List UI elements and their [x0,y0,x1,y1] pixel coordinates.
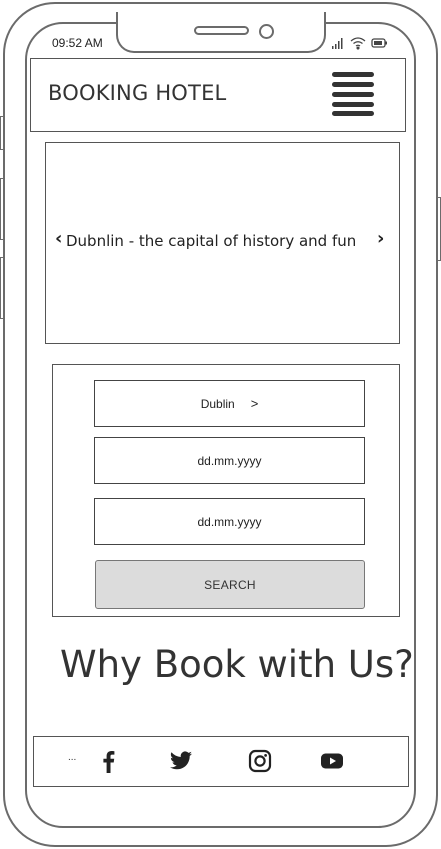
carousel-caption: Dubnlin - the capital of history and fun [66,232,357,250]
battery-icon [371,38,387,48]
chevron-right-icon: > [250,396,259,411]
instagram-icon[interactable] [248,749,272,773]
front-camera [259,24,274,39]
checkout-date-field[interactable]: dd.mm.yyyy [94,498,365,545]
site-footer [33,736,409,787]
hamburger-menu-icon[interactable] [332,72,374,116]
twitter-icon[interactable] [168,749,192,773]
silent-switch [0,116,4,150]
carousel-prev-icon[interactable]: ‹ [55,228,62,249]
volume-up-button [0,178,4,240]
signal-icon [332,38,343,49]
power-button [437,197,441,261]
speaker [194,26,249,35]
youtube-icon[interactable] [320,749,344,773]
search-button[interactable]: SEARCH [95,560,365,609]
checkout-placeholder: dd.mm.yyyy [197,514,262,529]
status-time: 09:52 AM [52,36,103,50]
destination-value: Dublin [200,396,235,411]
brand-title[interactable]: BOOKING HOTEL [48,81,226,105]
checkin-date-field[interactable]: dd.mm.yyyy [94,437,365,484]
destination-select[interactable]: Dublin > [94,380,365,427]
why-book-heading: Why Book with Us? [60,643,414,686]
footer-ellipsis: ... [68,752,77,763]
status-icons [330,35,390,51]
wifi-icon [350,37,366,50]
volume-down-button [0,257,4,319]
checkin-placeholder: dd.mm.yyyy [197,453,262,468]
facebook-icon[interactable] [97,749,121,773]
carousel-next-icon[interactable]: › [377,228,384,249]
